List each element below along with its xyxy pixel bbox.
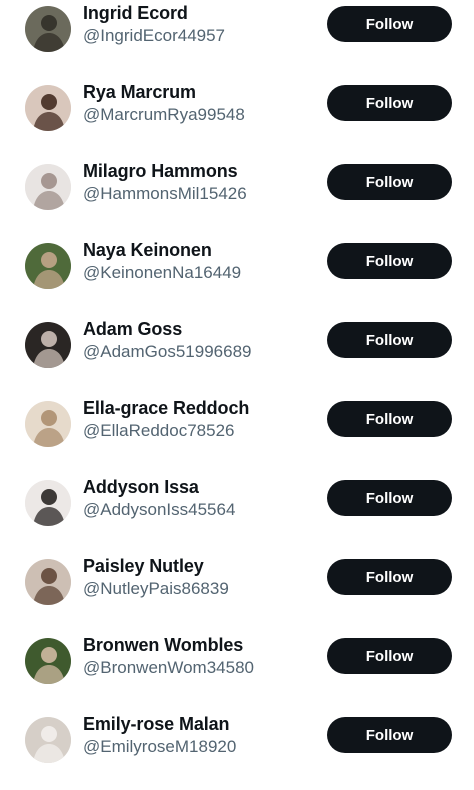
follow-button[interactable]: Follow xyxy=(327,322,452,358)
user-handle: @EllaReddoc78526 xyxy=(83,421,235,440)
follow-button[interactable]: Follow xyxy=(327,85,452,121)
user-row[interactable]: Adam Goss @AdamGos51996689 Follow xyxy=(0,316,474,395)
user-name[interactable]: Ingrid Ecord xyxy=(83,3,188,24)
user-row[interactable]: Rya Marcrum @MarcrumRya99548 Follow xyxy=(0,79,474,158)
user-handle: @EmilyroseM18920 xyxy=(83,737,237,756)
follow-button[interactable]: Follow xyxy=(327,559,452,595)
user-handle: @AddysonIss45564 xyxy=(83,500,236,519)
avatar[interactable] xyxy=(25,164,71,210)
user-name[interactable]: Milagro Hammons xyxy=(83,161,238,182)
user-name[interactable]: Paisley Nutley xyxy=(83,556,204,577)
avatar[interactable] xyxy=(25,638,71,684)
user-handle: @KeinonenNa16449 xyxy=(83,263,242,282)
user-row[interactable]: Ella-grace Reddoch @EllaReddoc78526 Follow xyxy=(0,395,474,474)
user-handle: @NutleyPais86839 xyxy=(83,579,229,598)
follow-button[interactable]: Follow xyxy=(327,243,452,279)
avatar[interactable] xyxy=(25,6,71,52)
avatar[interactable] xyxy=(25,717,71,763)
user-name[interactable]: Emily-rose Malan xyxy=(83,714,230,735)
user-row[interactable]: Emily-rose Malan @EmilyroseM18920 Follow xyxy=(0,711,474,790)
user-name[interactable]: Addyson Issa xyxy=(83,477,199,498)
user-name[interactable]: Naya Keinonen xyxy=(83,240,212,261)
avatar[interactable] xyxy=(25,243,71,289)
user-handle: @AdamGos51996689 xyxy=(83,342,252,361)
follow-button[interactable]: Follow xyxy=(327,480,452,516)
follow-button[interactable]: Follow xyxy=(327,401,452,437)
follow-button[interactable]: Follow xyxy=(327,638,452,674)
avatar[interactable] xyxy=(25,401,71,447)
user-row[interactable]: Addyson Issa @AddysonIss45564 Follow xyxy=(0,474,474,553)
user-handle: @BronwenWom34580 xyxy=(83,658,254,677)
avatar[interactable] xyxy=(25,559,71,605)
user-handle: @IngridEcor44957 xyxy=(83,26,226,45)
user-row[interactable]: Ingrid Ecord @IngridEcor44957 Follow xyxy=(0,0,474,79)
follow-button[interactable]: Follow xyxy=(327,164,452,200)
follow-button[interactable]: Follow xyxy=(327,6,452,42)
avatar[interactable] xyxy=(25,85,71,131)
user-handle: @HammonsMil15426 xyxy=(83,184,247,203)
user-name[interactable]: Ella-grace Reddoch xyxy=(83,398,249,419)
avatar[interactable] xyxy=(25,480,71,526)
follow-button[interactable]: Follow xyxy=(327,717,452,753)
user-name[interactable]: Rya Marcrum xyxy=(83,82,196,103)
user-name[interactable]: Adam Goss xyxy=(83,319,182,340)
user-row[interactable]: Paisley Nutley @NutleyPais86839 Follow xyxy=(0,553,474,632)
user-row[interactable]: Naya Keinonen @KeinonenNa16449 Follow xyxy=(0,237,474,316)
user-row[interactable]: Bronwen Wombles @BronwenWom34580 Follow xyxy=(0,632,474,711)
avatar[interactable] xyxy=(25,322,71,368)
user-name[interactable]: Bronwen Wombles xyxy=(83,635,243,656)
user-handle: @MarcrumRya99548 xyxy=(83,105,245,124)
user-row[interactable]: Milagro Hammons @HammonsMil15426 Follow xyxy=(0,158,474,237)
